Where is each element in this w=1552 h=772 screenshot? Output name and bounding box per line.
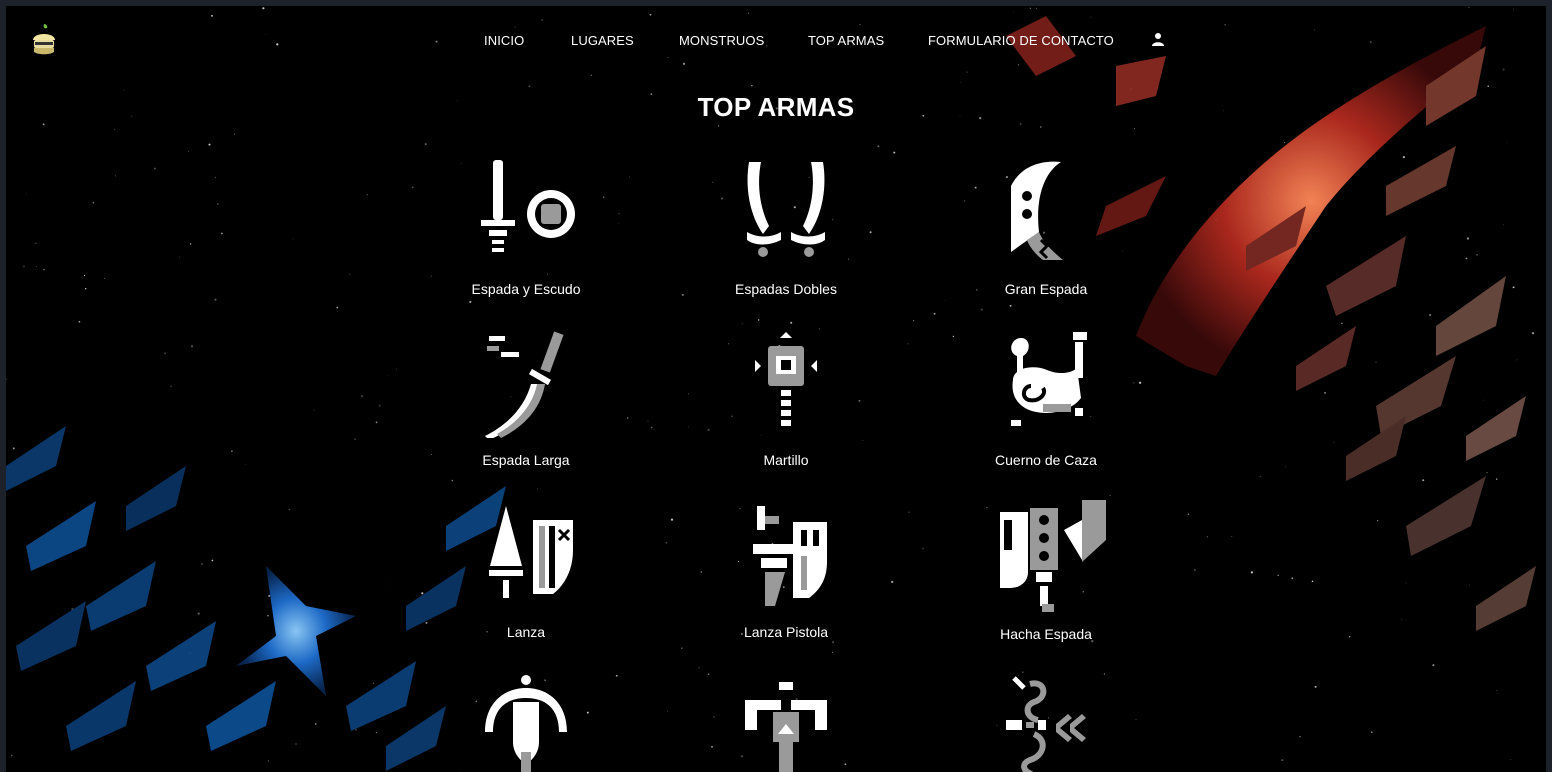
switch-axe-icon bbox=[1000, 500, 1106, 612]
weapon-card-hacha-espada[interactable]: Hacha Espada bbox=[946, 500, 1146, 642]
long-sword-icon bbox=[485, 331, 564, 438]
great-sword-icon bbox=[1011, 161, 1063, 260]
weapon-card-charge-blade[interactable] bbox=[426, 672, 626, 772]
weapon-card-espada-y-escudo[interactable]: Espada y Escudo bbox=[426, 156, 626, 297]
weapon-card-espada-larga[interactable]: Espada Larga bbox=[426, 328, 626, 468]
weapon-card-bow[interactable] bbox=[946, 672, 1146, 772]
nav-link-monstruos[interactable]: MONSTRUOS bbox=[679, 33, 764, 48]
weapon-card-martillo[interactable]: Martillo bbox=[686, 328, 886, 468]
charge-blade-icon bbox=[485, 675, 567, 772]
insect-glaive-icon bbox=[745, 682, 827, 772]
hammer-icon bbox=[755, 332, 817, 426]
weapon-card-insect-glaive[interactable] bbox=[686, 672, 886, 772]
weapon-card-lanza[interactable]: Lanza bbox=[426, 500, 626, 640]
mushroom-logo-icon[interactable] bbox=[30, 22, 58, 58]
weapon-card-lanza-pistola[interactable]: Lanza Pistola bbox=[686, 500, 886, 640]
weapon-card-espadas-dobles[interactable]: Espadas Dobles bbox=[686, 156, 886, 297]
weapon-label: Lanza Pistola bbox=[743, 624, 829, 640]
weapon-card-gran-espada[interactable]: Gran Espada bbox=[946, 156, 1146, 297]
weapon-label: Martillo bbox=[763, 452, 809, 468]
weapon-label: Gran Espada bbox=[1004, 281, 1088, 297]
lance-icon bbox=[489, 506, 573, 598]
page-frame: INICIO LUGARES MONSTRUOS TOP ARMAS FORMU… bbox=[6, 6, 1546, 772]
weapon-label: Espada Larga bbox=[482, 452, 570, 468]
nav-link-lugares[interactable]: LUGARES bbox=[571, 33, 634, 48]
gunlance-icon bbox=[753, 506, 827, 606]
weapon-label: Lanza bbox=[506, 624, 546, 640]
top-navbar: INICIO LUGARES MONSTRUOS TOP ARMAS FORMU… bbox=[6, 6, 1546, 86]
dual-blades-icon bbox=[747, 162, 825, 257]
nav-link-inicio[interactable]: INICIO bbox=[484, 33, 524, 48]
hunting-horn-icon bbox=[1011, 332, 1087, 426]
weapon-label: Espadas Dobles bbox=[735, 281, 837, 297]
weapon-label: Cuerno de Caza bbox=[995, 452, 1097, 468]
weapon-label: Hacha Espada bbox=[1000, 626, 1092, 642]
user-icon[interactable] bbox=[1151, 32, 1165, 46]
nav-link-top-armas[interactable]: TOP ARMAS bbox=[808, 33, 884, 48]
bow-icon bbox=[1006, 676, 1086, 772]
nav-link-formulario-de-contacto[interactable]: FORMULARIO DE CONTACTO bbox=[928, 33, 1114, 48]
sword-and-shield-icon bbox=[481, 160, 575, 252]
weapon-card-cuerno-de-caza[interactable]: Cuerno de Caza bbox=[946, 328, 1146, 468]
page-title: TOP ARMAS bbox=[697, 92, 855, 122]
weapon-label: Espada y Escudo bbox=[471, 281, 581, 297]
